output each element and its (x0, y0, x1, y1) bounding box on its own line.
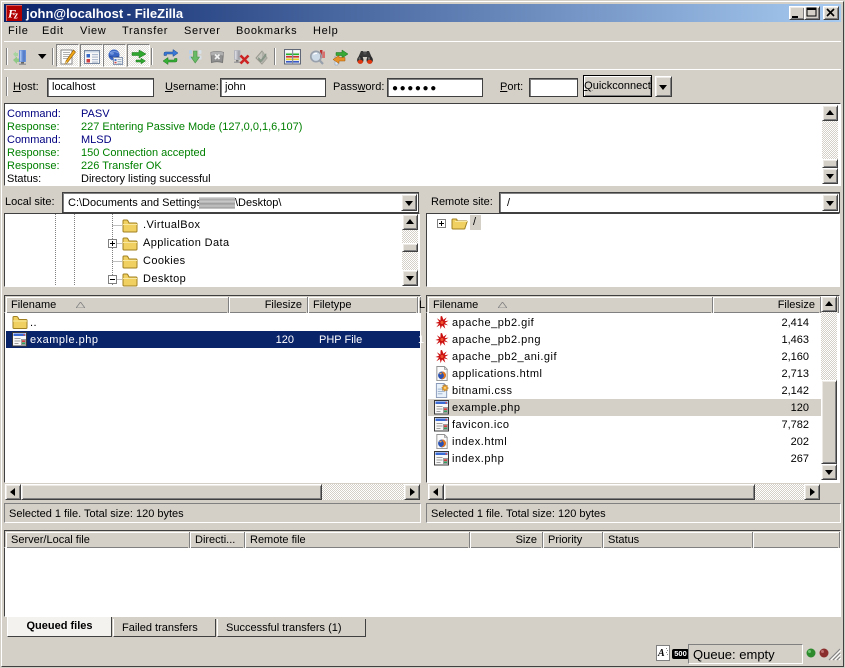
svg-text:A: A (657, 648, 665, 659)
svg-text:z: z (13, 11, 18, 22)
